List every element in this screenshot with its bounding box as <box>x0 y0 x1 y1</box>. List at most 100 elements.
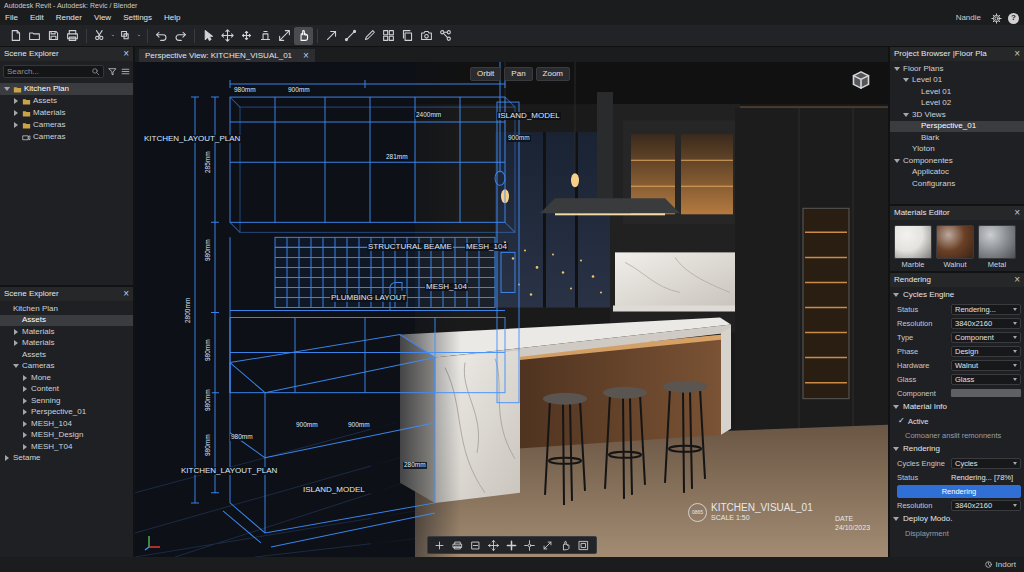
viewport-tool-button[interactable] <box>576 538 592 552</box>
viewport-tool-button[interactable] <box>540 538 556 552</box>
tree-item[interactable]: Perspective_01 <box>890 121 1024 133</box>
close-button[interactable]: × <box>1011 49 1020 59</box>
viewport-tool-button[interactable] <box>558 538 574 552</box>
section-header[interactable]: Rendering <box>893 442 1021 456</box>
tree-item[interactable]: Assets <box>0 95 133 107</box>
component-swatch[interactable] <box>951 389 1021 397</box>
tree-item[interactable]: Cameras <box>0 119 133 131</box>
menu-item[interactable]: Settings <box>123 13 152 23</box>
tree-item[interactable]: Cameras <box>0 131 133 143</box>
checkbox[interactable]: ✓ <box>897 416 906 426</box>
print-button[interactable] <box>63 27 82 45</box>
tree-item[interactable]: Content <box>0 384 133 396</box>
close-tab-button[interactable]: × <box>300 51 309 61</box>
tree-item[interactable]: Biark <box>890 132 1024 144</box>
expand-arrow-icon[interactable] <box>23 398 27 404</box>
viewport-tool-button[interactable] <box>504 538 520 552</box>
hand-button[interactable] <box>294 27 313 45</box>
line-button[interactable] <box>341 27 360 45</box>
align-button[interactable] <box>256 27 275 45</box>
menu-item[interactable]: File <box>5 13 18 23</box>
tree-item[interactable]: Level 01 <box>890 75 1024 87</box>
tree-item[interactable]: Configurans <box>890 178 1024 190</box>
expand-arrow-icon[interactable] <box>14 110 18 116</box>
material-swatch[interactable]: Marble <box>894 225 932 269</box>
expand-arrow-icon[interactable] <box>894 67 900 71</box>
tree-item[interactable]: 3D Views <box>890 109 1024 121</box>
transform-button[interactable] <box>117 27 143 45</box>
copy-button[interactable] <box>398 27 417 45</box>
expand-arrow-icon[interactable] <box>23 386 27 392</box>
pan-button[interactable] <box>237 27 256 45</box>
property-dropdown[interactable]: 3840x2160 <box>951 318 1021 329</box>
tree-item[interactable]: Mone <box>0 372 133 384</box>
expand-arrow-icon[interactable] <box>14 98 18 104</box>
expand-arrow-icon[interactable] <box>893 447 899 451</box>
menu-item[interactable]: Edit <box>30 13 44 23</box>
tree-item[interactable]: Floor Plans <box>890 63 1024 75</box>
expand-arrow-icon[interactable] <box>23 421 27 427</box>
property-dropdown[interactable]: Component <box>951 332 1021 343</box>
expand-arrow-icon[interactable] <box>893 405 899 409</box>
expand-arrow-icon[interactable] <box>14 340 18 346</box>
expand-arrow-icon[interactable] <box>23 444 27 450</box>
tree-item[interactable]: Perspective_01 <box>0 407 133 419</box>
view-nav-button[interactable]: Pan <box>504 67 532 81</box>
move-button[interactable] <box>218 27 237 45</box>
tree-item[interactable]: Level 01 <box>890 86 1024 98</box>
expand-arrow-icon[interactable] <box>893 517 899 521</box>
section-header[interactable]: Material Info <box>893 400 1021 414</box>
tree-item[interactable]: Cameras <box>0 361 133 373</box>
viewport-tool-button[interactable] <box>486 538 502 552</box>
material-swatch[interactable]: Metal <box>978 225 1016 269</box>
scale-button[interactable] <box>275 27 294 45</box>
viewport-tool-button[interactable] <box>522 538 538 552</box>
view-nav-button[interactable]: Zoom <box>536 67 570 81</box>
property-dropdown[interactable]: Walnut <box>951 360 1021 371</box>
property-dropdown[interactable]: Glass <box>951 374 1021 385</box>
expand-arrow-icon[interactable] <box>23 432 27 438</box>
expand-arrow-icon[interactable] <box>23 409 27 415</box>
property-dropdown[interactable]: 3840x2160 <box>951 500 1021 511</box>
tree-item[interactable]: Level 02 <box>890 98 1024 110</box>
property-dropdown[interactable]: Rendering... <box>951 304 1021 315</box>
viewport[interactable]: 980mm900mm2400mmISLAND_MODELKITCHEN_LAYO… <box>135 62 888 557</box>
tree-item[interactable]: MESH_Design <box>0 430 133 442</box>
section-header[interactable]: Deploy Modo. <box>893 512 1021 526</box>
help-button[interactable]: ? <box>1008 13 1019 24</box>
search-input[interactable] <box>7 66 91 77</box>
cut-button[interactable] <box>91 27 117 45</box>
expand-arrow-icon[interactable] <box>5 455 9 461</box>
grid-button[interactable] <box>379 27 398 45</box>
select-button[interactable] <box>199 27 218 45</box>
close-button[interactable]: × <box>120 49 129 59</box>
property-dropdown[interactable]: Design <box>951 346 1021 357</box>
tree-item[interactable]: MESH_T04 <box>0 441 133 453</box>
gear-icon[interactable] <box>991 13 1002 24</box>
new-button[interactable] <box>6 27 25 45</box>
tree-item[interactable]: Materials <box>0 107 133 119</box>
expand-arrow-icon[interactable] <box>903 78 909 82</box>
expand-arrow-icon[interactable] <box>14 329 18 335</box>
viewport-tab[interactable]: Perspective View: KITCHEN_VISUAL_01× <box>139 49 315 62</box>
viewport-tool-button[interactable] <box>432 538 448 552</box>
tree-item[interactable]: Kitchen Plan <box>0 83 133 95</box>
tree-item[interactable]: Assets <box>0 315 133 327</box>
camera-button[interactable] <box>417 27 436 45</box>
filter-icon[interactable] <box>108 67 117 76</box>
tree-item[interactable]: Kitchen Plan <box>0 303 133 315</box>
undo-button[interactable] <box>152 27 171 45</box>
tree-item[interactable]: Assets <box>0 349 133 361</box>
expand-arrow-icon[interactable] <box>14 122 18 128</box>
tree-item[interactable]: Componentes <box>890 155 1024 167</box>
menu-item[interactable]: Render <box>56 13 82 23</box>
tree-item[interactable]: Senning <box>0 395 133 407</box>
view-nav-button[interactable]: Orbit <box>470 67 501 81</box>
menu-item[interactable]: Help <box>164 13 180 23</box>
list-icon[interactable] <box>121 67 130 76</box>
tree-item[interactable]: Materials <box>0 326 133 338</box>
expand-arrow-icon[interactable] <box>13 364 19 368</box>
material-swatch[interactable]: Walnut <box>936 225 974 269</box>
redo-button[interactable] <box>171 27 190 45</box>
link-button[interactable] <box>436 27 455 45</box>
